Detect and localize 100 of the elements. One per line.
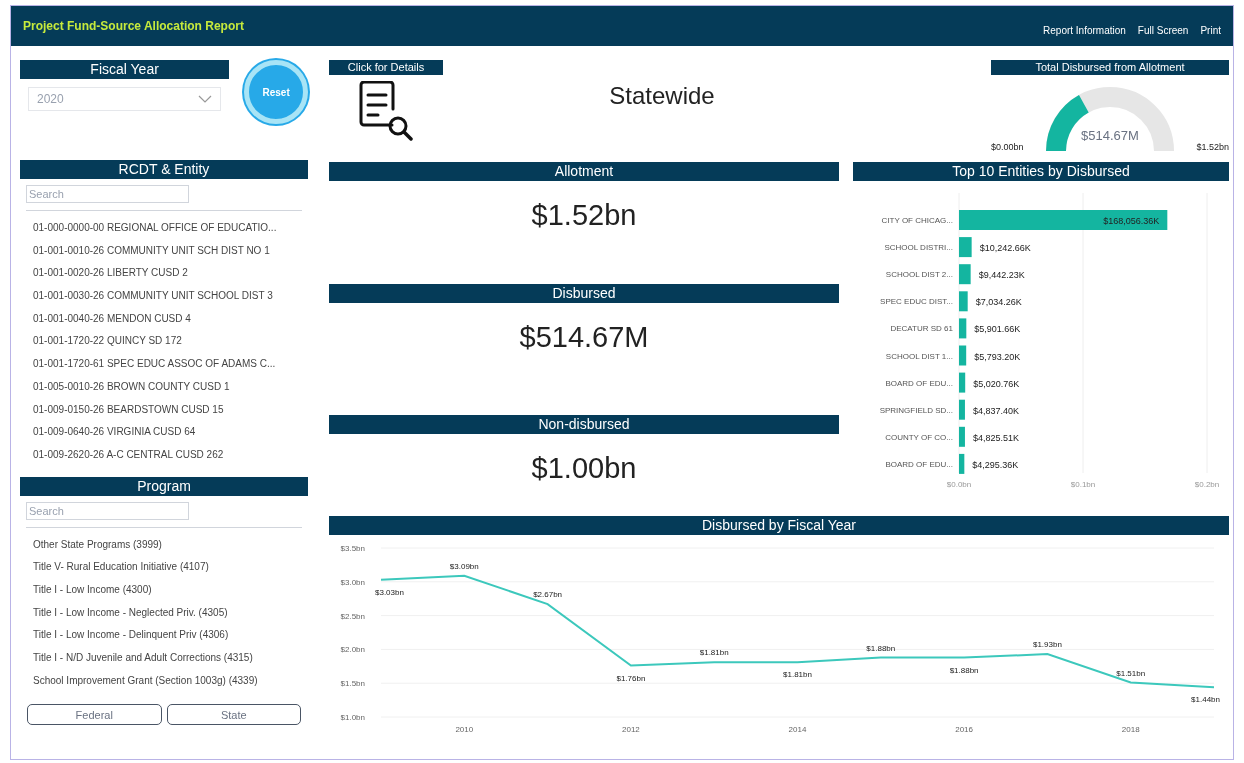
program-item[interactable]: Title I - Low Income - Delinquent Priv (4306) (33, 624, 308, 647)
value-label: $4,295.36K (972, 459, 1019, 470)
gauge-min-label: $0.00bn (991, 140, 1024, 154)
entity-item[interactable]: 01-001-1720-61 SPEC EDUC ASSOC OF ADAMS C... (33, 353, 308, 376)
axis-tick-label: $3.0bn (340, 577, 365, 587)
entity-item[interactable]: 01-001-0040-26 MENDON CUSD 4 (33, 307, 308, 331)
entity-item[interactable]: 01-001-1720-22 QUINCY SD 172 (33, 330, 308, 354)
value-label: $4,837.40K (972, 405, 1019, 416)
source-button[interactable]: State (166, 704, 301, 726)
category-label: BOARD OF EDU... (885, 378, 953, 388)
header-link[interactable]: Report Information (1043, 22, 1126, 38)
panel-header: Disbursed by Fiscal Year (329, 516, 1229, 535)
panel-header: Total Disbursed from Allotment (991, 60, 1229, 75)
kpi-value: $514.67M (519, 320, 649, 354)
chevron-down-icon (198, 95, 213, 103)
entity-item[interactable]: 01-001-0010-26 COMMUNITY UNIT SCH DIST NO 1 (33, 239, 308, 263)
header-link[interactable]: Print (1200, 22, 1221, 38)
data-label: $1.44bn (1191, 695, 1220, 705)
category-label: CITY OF CHICAG... (881, 216, 953, 225)
axis-tick-label: $2.5bn (340, 611, 365, 621)
bar[interactable] (959, 291, 968, 312)
entity-item[interactable]: 01-009-0150-26 BEARDSTOWN CUSD 15 (33, 398, 308, 422)
search-field[interactable]: Search (26, 185, 189, 203)
category-label: BOARD OF EDU... (885, 459, 953, 469)
search-field[interactable]: Search (26, 501, 189, 520)
axis-tick-label: 2012 (622, 725, 640, 734)
category-label: SCHOOL DIST 2... (885, 270, 953, 280)
data-label: $1.81bn (783, 670, 812, 680)
bar[interactable] (959, 264, 971, 285)
category-label: SCHOOL DISTRI... (884, 243, 953, 253)
category-label: SPEC EDUC DIST... (880, 297, 953, 307)
report-title: Project Fund-Source Allocation Report (23, 18, 244, 35)
entity-item[interactable]: 01-009-2620-26 A-C CENTRAL CUSD 262 (33, 443, 308, 467)
gauge-value: $514.67M (1080, 126, 1140, 145)
gauge-max-label: $1.52bn (1196, 140, 1229, 154)
axis-tick-label: $2.0bn (340, 645, 365, 655)
kpi-header: Allotment (329, 162, 839, 181)
value-label: $7,034.26K (975, 297, 1022, 308)
value-label: $10,242.66K (979, 243, 1031, 254)
bar[interactable] (959, 318, 967, 339)
axis-tick-label: 2016 (955, 725, 973, 734)
kpi-value: $1.52bn (531, 198, 637, 232)
value-label: $5,020.76K (973, 378, 1020, 389)
panel-header: RCDT & Entity (20, 160, 308, 179)
program-item[interactable]: Title V- Rural Education Initiative (4107) (33, 556, 308, 579)
entity-item[interactable]: 01-009-0640-26 VIRGINIA CUSD 64 (33, 421, 308, 444)
program-item[interactable]: School Improvement Grant (Section 1003g) (4339) (33, 669, 308, 693)
data-label: $3.09bn (449, 561, 479, 571)
program-item[interactable]: Title I - Low Income (4300) (33, 578, 308, 602)
axis-tick-label: $1.5bn (340, 679, 365, 689)
axis-tick-label: $0.2bn (1194, 480, 1220, 489)
data-label: $3.03bn (375, 587, 404, 597)
data-label: $1.88bn (949, 665, 979, 675)
axis-tick-label: 2018 (1121, 725, 1140, 734)
panel-header: Top 10 Entities by Disbursed (853, 162, 1229, 181)
document-search-icon[interactable] (358, 81, 416, 141)
bar[interactable] (959, 426, 965, 447)
data-label: $2.67bn (533, 590, 563, 600)
bar[interactable] (959, 372, 966, 393)
kpi-header: Disbursed (329, 284, 839, 303)
category-label: SCHOOL DIST 1... (885, 351, 953, 361)
bar[interactable] (959, 237, 972, 258)
program-item[interactable]: Title I - N/D Juvenile and Adult Corrections (4315) (33, 647, 308, 670)
bar[interactable] (959, 210, 1168, 230)
axis-tick-label: 2014 (788, 725, 807, 734)
value-label: $4,825.51K (972, 432, 1019, 443)
axis-tick-label: $0.1bn (1070, 480, 1096, 489)
bar[interactable] (959, 399, 965, 420)
panel-header: Fiscal Year (20, 60, 230, 79)
entity-item[interactable]: 01-001-0030-26 COMMUNITY UNIT SCHOOL DIST 3 (33, 285, 308, 308)
header-link[interactable]: Full Screen (1137, 22, 1189, 38)
data-label: $1.88bn (866, 643, 896, 653)
axis-tick-label: $0.0bn (946, 480, 972, 489)
bar[interactable] (959, 453, 965, 474)
category-label: DECATUR SD 61 (890, 324, 953, 334)
details-button[interactable]: Click for Details (329, 60, 443, 75)
bar[interactable] (959, 345, 967, 366)
axis-tick-label: $1.0bn (340, 713, 365, 722)
axis-tick-label: 2010 (455, 725, 474, 734)
program-item[interactable]: Title I - Low Income - Neglected Priv. (4305) (33, 601, 308, 625)
data-label: $1.81bn (699, 648, 729, 658)
panel-header: Program (20, 476, 308, 496)
category-label: COUNTY OF CO... (885, 432, 953, 442)
axis-tick-label: $3.5bn (340, 544, 365, 553)
kpi-header: Non-disbursed (329, 415, 839, 434)
entity-item[interactable]: 01-001-0020-26 LIBERTY CUSD 2 (33, 262, 308, 286)
scope-title: Statewide (609, 81, 715, 111)
value-label: $9,442.23K (978, 270, 1025, 281)
value-label: $5,901.66K (974, 324, 1021, 335)
value-label: $5,793.20K (974, 351, 1021, 362)
entity-item[interactable]: 01-005-0010-26 BROWN COUNTY CUSD 1 (33, 375, 308, 399)
program-item[interactable]: Other State Programs (3999) (33, 533, 308, 557)
value-label: $168,056.36K (1103, 216, 1160, 226)
data-label: $1.76bn (616, 673, 646, 683)
data-label: $1.51bn (1116, 668, 1146, 678)
kpi-value: $1.00bn (531, 451, 637, 485)
data-label: $1.93bn (1032, 640, 1062, 650)
category-label: SPRINGFIELD SD... (879, 405, 953, 415)
entity-item[interactable]: 01-000-0000-00 REGIONAL OFFICE OF EDUCATIO... (33, 217, 308, 240)
source-button[interactable]: Federal (27, 704, 162, 726)
